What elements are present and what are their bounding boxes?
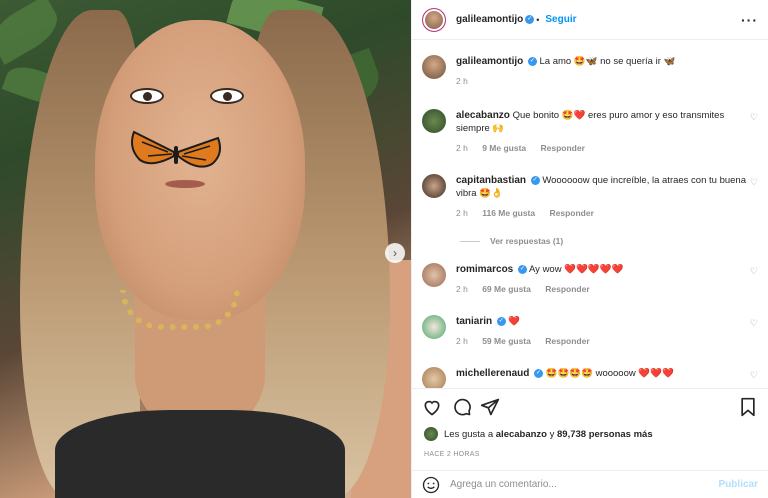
likes-count[interactable]: 89,738 personas más xyxy=(557,429,653,440)
next-photo-button[interactable]: › xyxy=(385,243,405,263)
comment-likes[interactable]: 69 Me gusta xyxy=(482,284,531,294)
instagram-post: › galileamontijo ✓ • Seguir ··· galileam… xyxy=(0,0,768,498)
verified-badge-icon: ✓ xyxy=(527,56,537,66)
header-username[interactable]: galileamontijo xyxy=(456,14,523,25)
comment-username[interactable]: alecabanzo xyxy=(456,110,510,121)
verified-badge-icon: ✓ xyxy=(525,15,535,24)
follow-button[interactable]: Seguir xyxy=(545,14,576,25)
more-options-icon[interactable]: ··· xyxy=(741,12,758,28)
comment-like-heart-icon[interactable]: ♡ xyxy=(750,112,758,123)
mouth xyxy=(165,180,205,188)
heart-icon[interactable] xyxy=(422,397,442,417)
caption-time[interactable]: 2 h xyxy=(456,76,468,86)
avatar[interactable] xyxy=(422,55,446,79)
verified-badge-icon: ✓ xyxy=(534,368,543,378)
bookmark-icon[interactable] xyxy=(738,397,758,417)
comment-like-heart-icon[interactable]: ♡ xyxy=(750,177,758,188)
comment-likes[interactable]: 59 Me gusta xyxy=(482,336,531,346)
avatar[interactable] xyxy=(422,263,446,287)
caption-username[interactable]: galileamontijo xyxy=(456,56,523,67)
emoji-icon[interactable] xyxy=(422,476,440,494)
comment-time[interactable]: 2 h xyxy=(456,336,468,346)
comment-text: Ay wow ❤️❤️❤️❤️❤️ xyxy=(529,264,624,275)
reply-button[interactable]: Responder xyxy=(545,284,589,294)
comment-like-heart-icon[interactable]: ♡ xyxy=(750,318,758,329)
share-icon[interactable] xyxy=(480,397,500,417)
comment: capitanbastian ✓ Woooooow que increíble,… xyxy=(422,174,758,218)
post-timestamp[interactable]: HACE 2 HORAS xyxy=(424,451,480,458)
comment: michellerenaud ✓ 🤩🤩🤩🤩 wooooow ❤️❤️❤️ ♡ xyxy=(422,367,758,388)
comment-icon[interactable] xyxy=(452,397,472,417)
comment-likes[interactable]: 9 Me gusta xyxy=(482,143,526,153)
verified-badge-icon: ✓ xyxy=(496,316,506,326)
comment-time[interactable]: 2 h xyxy=(456,208,468,218)
right-eye xyxy=(210,88,244,104)
publish-button[interactable]: Publicar xyxy=(719,479,758,490)
comment-username[interactable]: taniarin xyxy=(456,316,492,327)
reply-button[interactable]: Responder xyxy=(550,208,594,218)
post-photo[interactable]: › xyxy=(0,0,411,498)
comment-text: 🤩🤩🤩🤩 wooooow ❤️❤️❤️ xyxy=(545,368,674,379)
comment-input[interactable] xyxy=(450,479,719,490)
chevron-right-icon: › xyxy=(393,246,397,260)
avatar[interactable] xyxy=(422,7,446,32)
avatar[interactable] xyxy=(422,109,446,133)
top xyxy=(55,410,345,498)
likes-line: Les gusta a alecabanzo y 89,738 personas… xyxy=(424,427,653,441)
comment: alecabanzo Que bonito 🤩❤️ eres puro amor… xyxy=(422,109,758,153)
left-eye xyxy=(130,88,164,104)
comment-username[interactable]: romimarcos xyxy=(456,264,513,275)
verified-badge-icon: ✓ xyxy=(530,175,540,185)
butterfly-icon xyxy=(131,130,221,168)
verified-badge-icon: ✓ xyxy=(517,264,527,274)
comment-username[interactable]: michellerenaud xyxy=(456,368,529,379)
comment-username[interactable]: capitanbastian xyxy=(456,175,526,186)
reply-button[interactable]: Responder xyxy=(545,336,589,346)
comment-like-heart-icon[interactable]: ♡ xyxy=(750,266,758,277)
comment-time[interactable]: 2 h xyxy=(456,143,468,153)
reply-button[interactable]: Responder xyxy=(541,143,585,153)
avatar[interactable] xyxy=(422,315,446,339)
likes-user[interactable]: alecabanzo xyxy=(496,429,547,440)
comment-likes[interactable]: 116 Me gusta xyxy=(482,208,535,218)
view-replies-button[interactable]: Ver respuestas (1) xyxy=(460,236,563,246)
comment-text: ❤️ xyxy=(508,316,521,327)
likes-middle: y xyxy=(549,428,555,440)
post-header: galileamontijo ✓ • Seguir ··· xyxy=(412,0,768,40)
separator: • xyxy=(536,14,540,25)
likes-prefix: Les gusta a xyxy=(444,428,494,440)
comment-like-heart-icon[interactable]: ♡ xyxy=(750,370,758,381)
add-comment-bar: Publicar xyxy=(412,470,768,498)
comment: romimarcos ✓ Ay wow ❤️❤️❤️❤️❤️ 2 h 69 Me… xyxy=(422,263,758,294)
avatar[interactable] xyxy=(424,427,438,441)
caption: galileamontijo ✓ La amo 🤩🦋 no se quería … xyxy=(422,55,758,86)
comments-list[interactable]: galileamontijo ✓ La amo 🤩🦋 no se quería … xyxy=(412,41,768,388)
caption-text: La amo 🤩🦋 no se quería ir 🦋 xyxy=(539,56,676,67)
post-sidebar: galileamontijo ✓ • Seguir ··· galileamon… xyxy=(411,0,768,498)
avatar[interactable] xyxy=(422,367,446,388)
avatar[interactable] xyxy=(422,174,446,198)
comment-time[interactable]: 2 h xyxy=(456,284,468,294)
comment: taniarin ✓ ❤️ 2 h 59 Me gusta Responder … xyxy=(422,315,758,346)
action-bar xyxy=(412,388,768,424)
